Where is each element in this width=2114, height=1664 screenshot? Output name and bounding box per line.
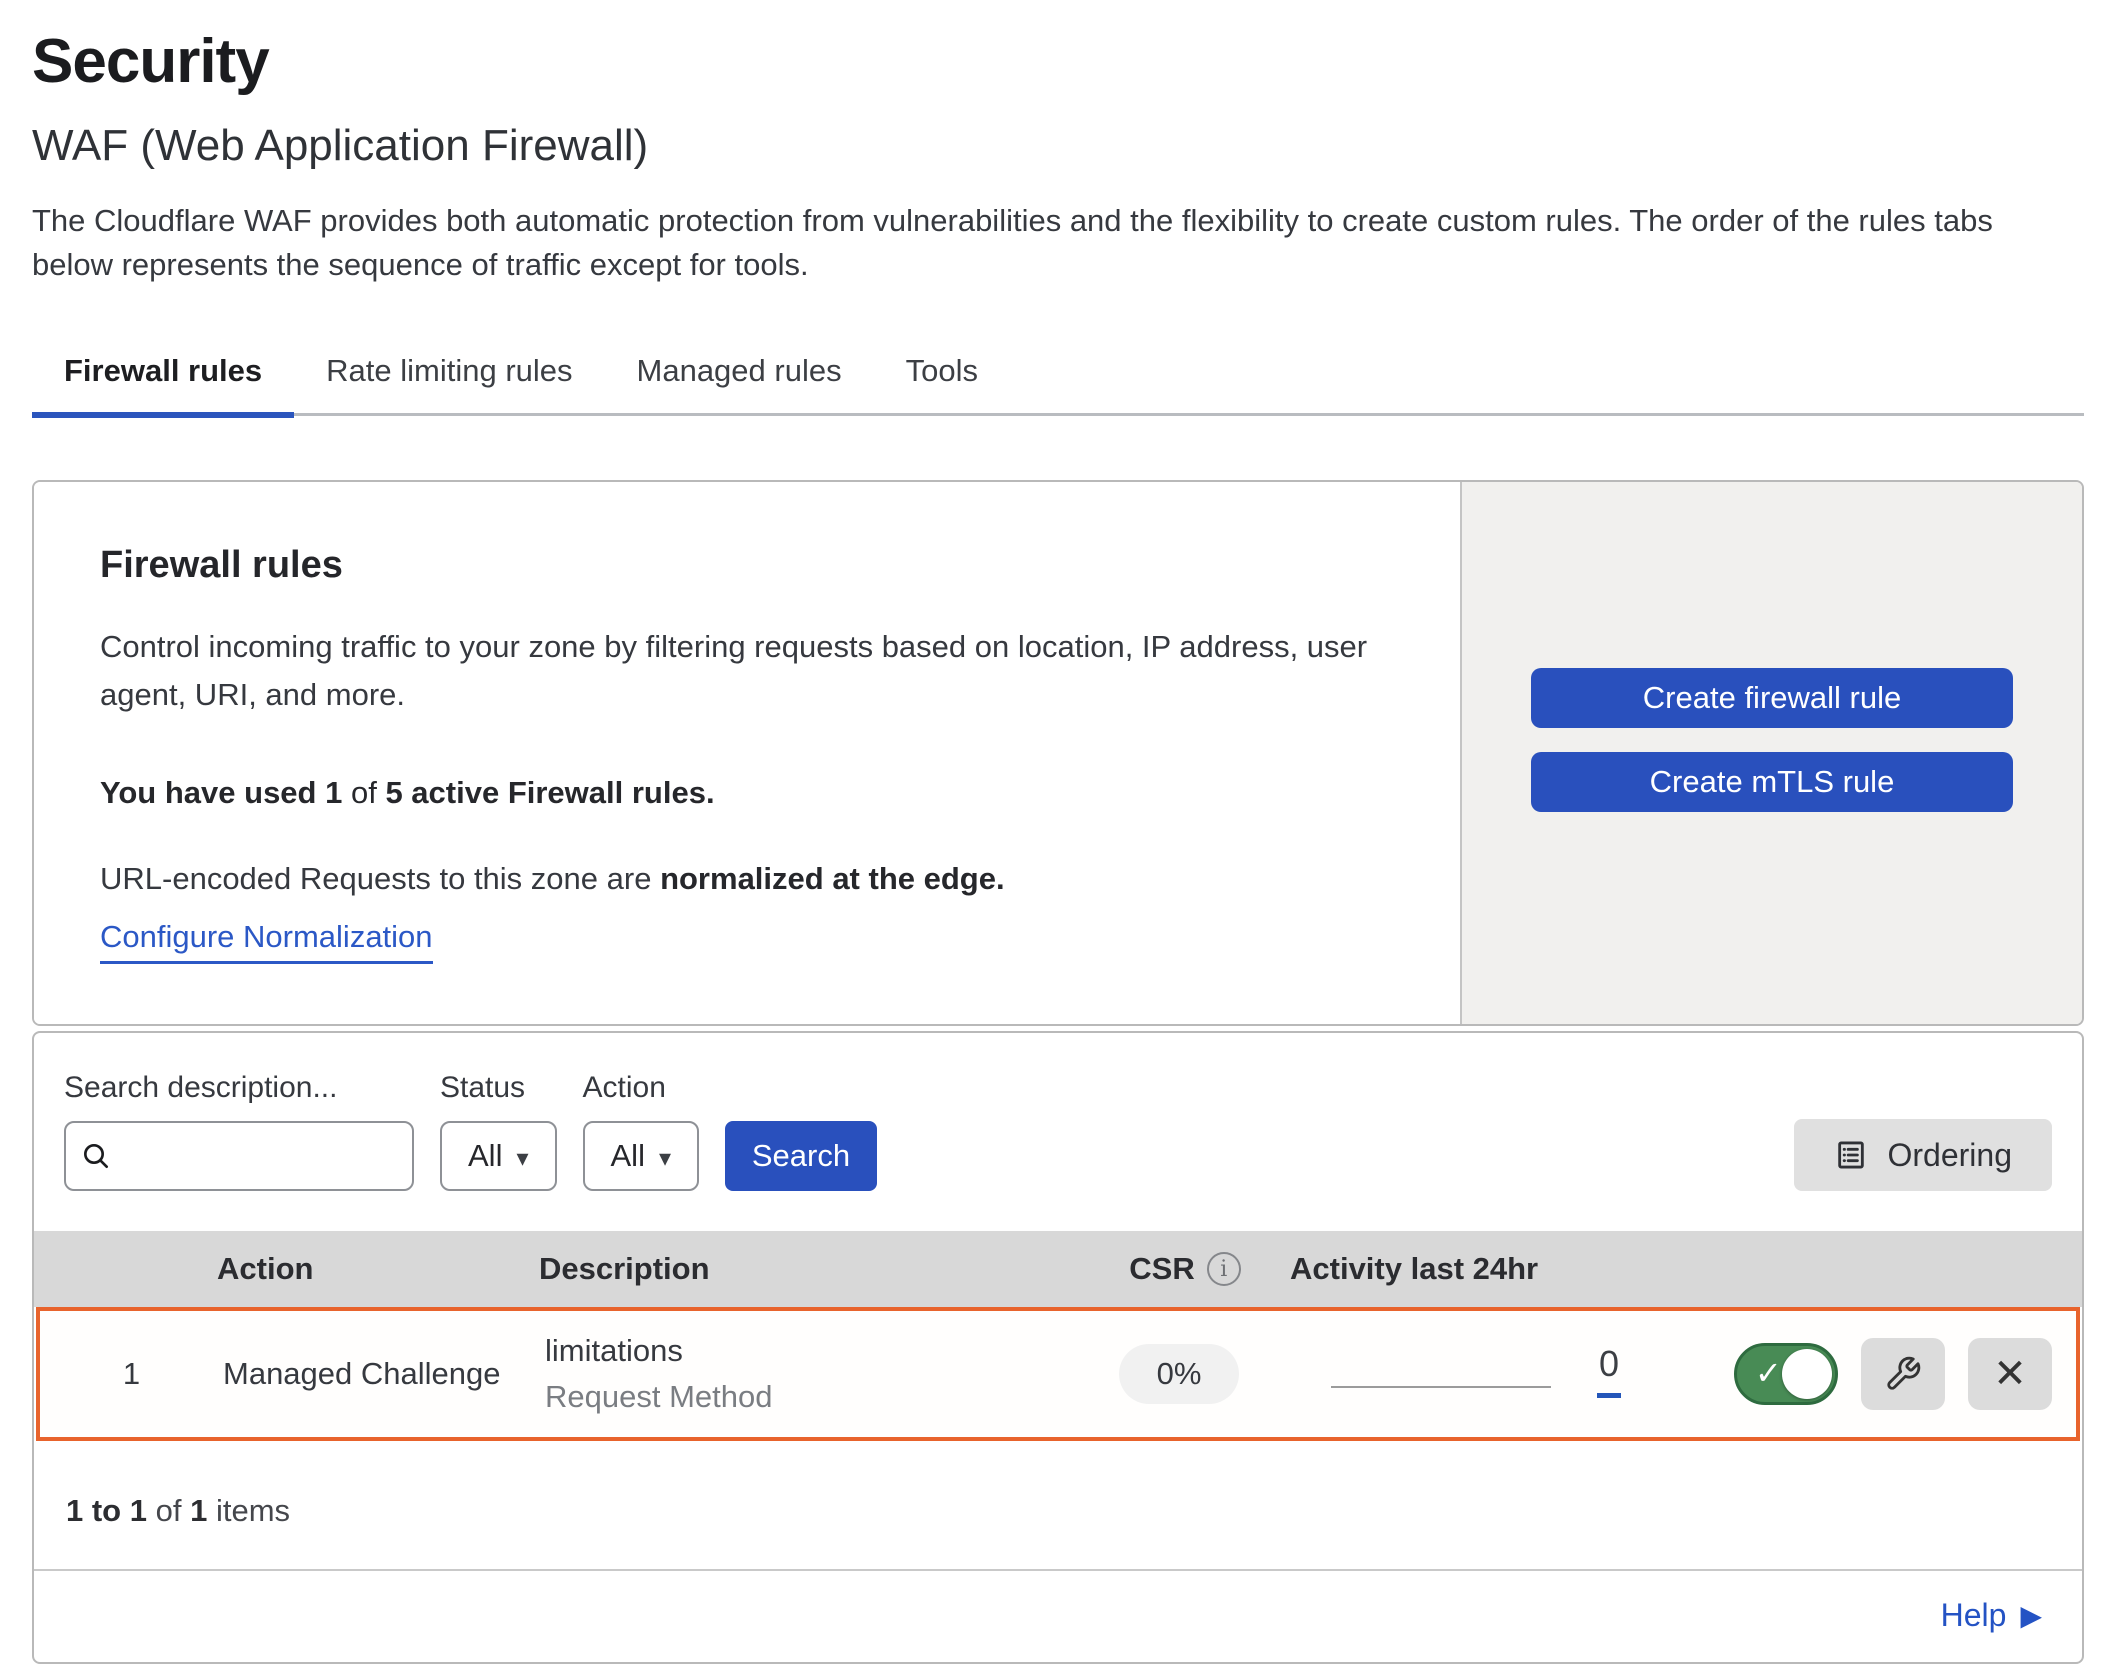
header-action: Action (217, 1251, 539, 1287)
action-value: All (611, 1138, 645, 1174)
chevron-down-icon: ▾ (659, 1144, 671, 1173)
header-description: Description (539, 1251, 1090, 1287)
activity-count-link[interactable]: 0 (1597, 1343, 1621, 1398)
page-title: Security (32, 26, 2084, 97)
tab-firewall-rules[interactable]: Firewall rules (32, 335, 294, 413)
rule-expression: Request Method (545, 1379, 1084, 1415)
status-dropdown[interactable]: All ▾ (440, 1121, 557, 1191)
tab-tools[interactable]: Tools (874, 335, 1010, 413)
rule-description: limitations (545, 1333, 1084, 1369)
csr-badge: 0% (1119, 1344, 1240, 1404)
overview-text-panel: Firewall rules Control incoming traffic … (34, 482, 1460, 1024)
edit-rule-button[interactable] (1861, 1338, 1945, 1410)
ordering-icon (1834, 1138, 1868, 1172)
close-icon: ✕ (1993, 1351, 2027, 1397)
create-firewall-rule-button[interactable]: Create firewall rule (1531, 668, 2013, 728)
chevron-down-icon: ▾ (516, 1144, 528, 1173)
firewall-rules-overview-card: Firewall rules Control incoming traffic … (32, 480, 2084, 1026)
header-csr: CSR i (1090, 1251, 1280, 1287)
rule-action: Managed Challenge (223, 1356, 545, 1392)
rule-controls-cell: ✓ ✕ (1734, 1338, 2076, 1410)
overview-actions-panel: Create firewall rule Create mTLS rule (1460, 482, 2082, 1024)
ordering-label: Ordering (1888, 1137, 2013, 1174)
tab-rate-limiting-rules[interactable]: Rate limiting rules (294, 335, 604, 413)
search-input[interactable] (122, 1123, 398, 1189)
security-waf-page: Security WAF (Web Application Firewall) … (0, 0, 2114, 1664)
action-dropdown[interactable]: All ▾ (583, 1121, 700, 1191)
header-activity: Activity last 24hr (1280, 1251, 1740, 1287)
help-row: Help ▶ (34, 1569, 2082, 1662)
wrench-icon (1884, 1355, 1922, 1393)
check-icon: ✓ (1755, 1354, 1782, 1392)
overview-body: Control incoming traffic to your zone by… (100, 623, 1390, 719)
page-subtitle: WAF (Web Application Firewall) (32, 121, 2084, 171)
overview-heading: Firewall rules (100, 544, 1390, 587)
usage-summary: You have used 1 of 5 active Firewall rul… (100, 775, 1390, 811)
normalization-note: URL-encoded Requests to this zone are no… (100, 861, 1390, 897)
search-label: Search description... (64, 1071, 414, 1105)
create-mtls-rule-button[interactable]: Create mTLS rule (1531, 752, 2013, 812)
delete-rule-button[interactable]: ✕ (1968, 1338, 2052, 1410)
firewall-rules-list-card: Search description... Status All ▾ Actio… (32, 1031, 2084, 1664)
rule-activity-cell: 0 (1274, 1343, 1734, 1406)
search-box[interactable] (64, 1121, 414, 1191)
search-filter-group: Search description... (64, 1071, 414, 1191)
status-label: Status (440, 1071, 557, 1105)
items-count: 1 to 1 of 1 items (34, 1441, 2082, 1569)
ordering-button[interactable]: Ordering (1794, 1119, 2053, 1191)
waf-tabs: Firewall rules Rate limiting rules Manag… (32, 335, 2084, 416)
search-icon (80, 1140, 112, 1172)
configure-normalization-link[interactable]: Configure Normalization (100, 919, 433, 964)
filter-toolbar: Search description... Status All ▾ Actio… (34, 1033, 2082, 1231)
rule-priority: 1 (40, 1356, 223, 1392)
toggle-knob (1782, 1349, 1832, 1399)
rule-csr-cell: 0% (1084, 1344, 1274, 1404)
table-header: Action Description CSR i Activity last 2… (34, 1231, 2082, 1307)
rule-description-cell: limitations Request Method (545, 1333, 1084, 1415)
activity-sparkline (1331, 1386, 1551, 1388)
info-icon[interactable]: i (1207, 1252, 1241, 1286)
search-button[interactable]: Search (725, 1121, 877, 1191)
help-link[interactable]: Help ▶ (1941, 1597, 2042, 1634)
table-row: 1 Managed Challenge limitations Request … (36, 1307, 2080, 1441)
status-filter-group: Status All ▾ (440, 1071, 557, 1191)
arrow-right-icon: ▶ (2020, 1599, 2042, 1632)
action-label: Action (583, 1071, 700, 1105)
tab-managed-rules[interactable]: Managed rules (605, 335, 874, 413)
rule-enabled-toggle[interactable]: ✓ (1734, 1343, 1838, 1405)
status-value: All (468, 1138, 502, 1174)
action-filter-group: Action All ▾ (583, 1071, 700, 1191)
page-description: The Cloudflare WAF provides both automat… (32, 199, 2082, 287)
